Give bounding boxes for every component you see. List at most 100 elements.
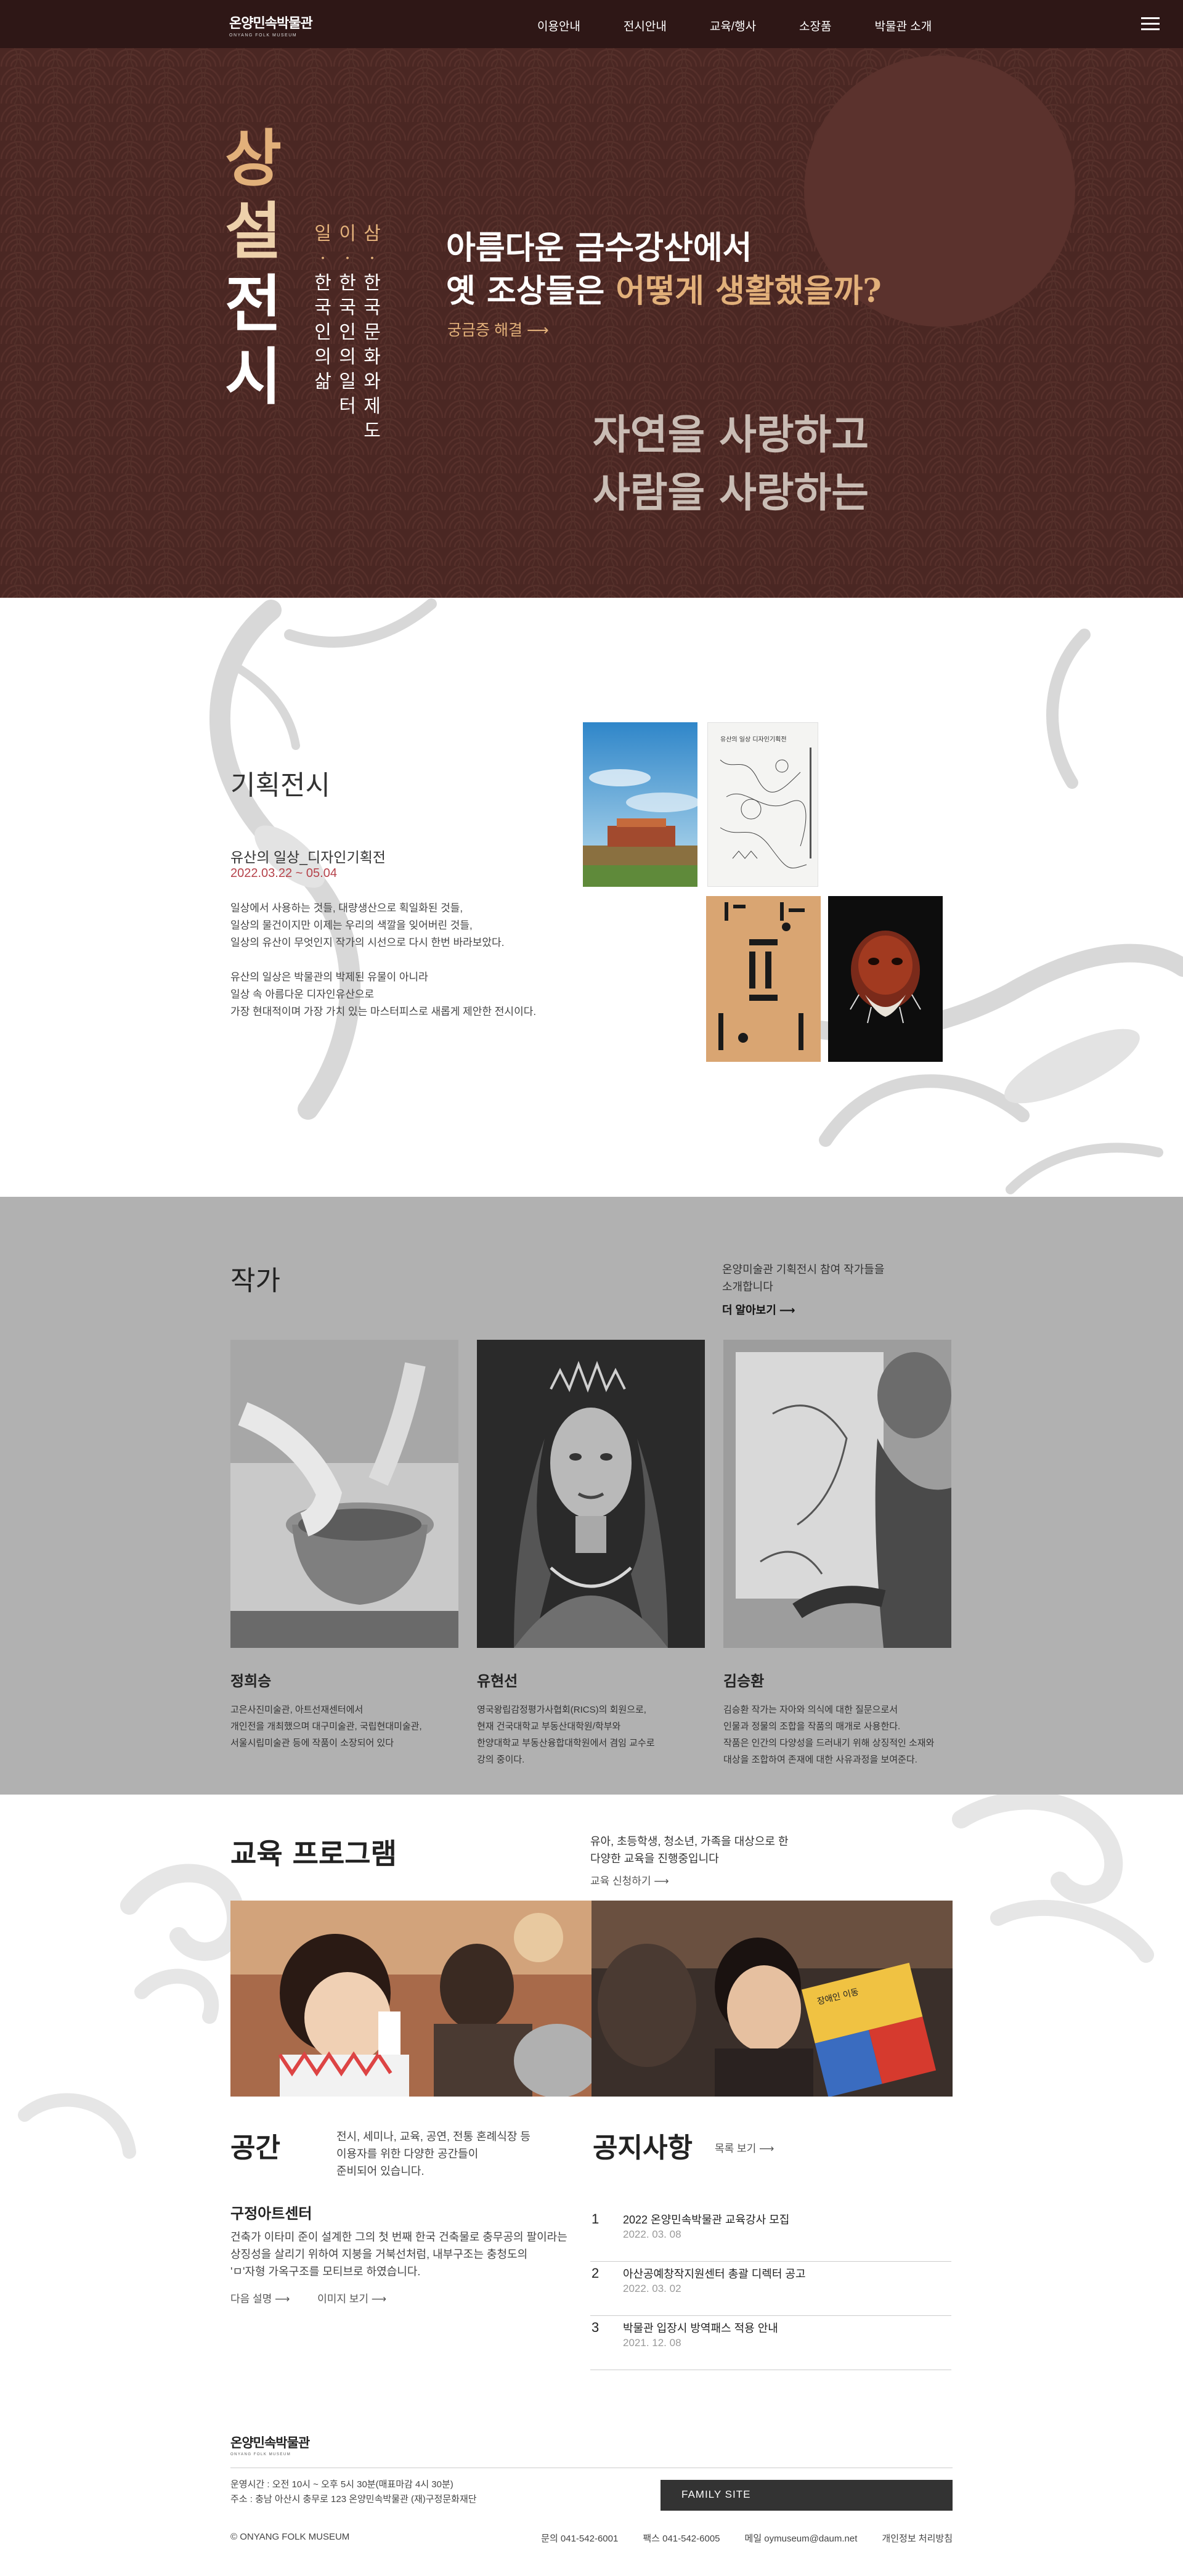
space-description: 건축가 이타미 준이 설계한 그의 첫 번째 한국 건축물로 충무공의 팔이라는… [230, 2228, 582, 2280]
bio-line: 대상을 조합하여 존재에 대한 사유과정을 보여준다. [723, 1755, 917, 1765]
koi-fish-decoration [209, 598, 1183, 1194]
hero-question-prefix: 옛 조상들은 [446, 272, 616, 310]
intro-line: 소개합니다 [722, 1281, 773, 1293]
column-char: 의 [314, 346, 331, 368]
hero-question-highlight: 어떻게 생활했을까? [616, 272, 882, 310]
bio-line: 강의 중이다. [477, 1755, 525, 1765]
hero-slogan: 자연을 사랑하고 사람을 사랑하는 [593, 406, 869, 521]
column-char: 삼 [364, 223, 381, 245]
footer-info: 운영시간 : 오전 10시 ~ 오후 5시 30분(매표마감 4시 30분) 주… [230, 2477, 477, 2507]
artists-heading: 작가 [230, 1265, 280, 1297]
artist-card[interactable]: 정희승 고은사진미술관, 아트선재센터에서 개인전을 개최했으며 대구미술관, … [230, 1340, 458, 1751]
hero-question-line1: 아름다운 금수강산에서 [446, 229, 752, 267]
exhibition-poster-mask[interactable] [828, 896, 943, 1062]
exhibition-date: 2022.03.22 ~ 05.04 [230, 866, 337, 880]
notice-title: 아산공예창작지원센터 총괄 디렉터 공고 [623, 2268, 806, 2280]
notice-number: 3 [592, 2320, 600, 2335]
exhibition-poster-typography[interactable] [706, 896, 821, 1062]
desc-line: 'ㅁ'자형 가옥구조를 모티브로 하였습니다. [230, 2265, 421, 2278]
nav-item-education[interactable]: 교육/행사 [710, 17, 756, 34]
family-site-select[interactable]: FAMILY SITE [661, 2480, 953, 2511]
desc-line: 일상의 유산이 무엇인지 작가의 시선으로 다시 한번 바라보았다. [230, 937, 505, 948]
column-char: 이 [339, 223, 356, 245]
nav-item-collection[interactable]: 소장품 [799, 17, 831, 34]
site-footer: 온양민속박물관 ONYANG FOLK MUSEUM 운영시간 : 오전 10시… [0, 2411, 1183, 2576]
privacy-policy-link[interactable]: 개인정보 처리방침 [882, 2532, 953, 2545]
column-char: 한 [364, 272, 381, 294]
education-apply-link[interactable]: 교육 신청하기 ⟶ [590, 1872, 669, 1888]
artist-photo-pottery [230, 1340, 458, 1648]
desc-line: 일상의 물건이지만 이제는 우리의 색깔을 잊어버린 것들, [230, 919, 473, 931]
nav-item-usage-info[interactable]: 이용안내 [537, 17, 580, 34]
permanent-exhibition-title: 상 설 전 시 [225, 122, 282, 413]
space-next-link[interactable]: 다음 설명 ⟶ [230, 2293, 290, 2305]
space-links: 다음 설명 ⟶ 이미지 보기 ⟶ [230, 2290, 411, 2305]
hamburger-menu-icon[interactable] [1141, 17, 1160, 31]
education-photo-child-drinking[interactable] [230, 1901, 592, 2097]
artists-section: 작가 온양미술관 기획전시 참여 작가들을 소개합니다 더 알아보기 ⟶ 정희승… [0, 1197, 1183, 1795]
footer-logo-korean: 온양민속박물관 [230, 2436, 310, 2450]
nav-item-about[interactable]: 박물관 소개 [875, 17, 932, 34]
hero-column-life[interactable]: 일 · 한 국 인 의 삶 [312, 222, 333, 394]
bio-line: 영국왕립감정평가사협회(RICS)의 회원으로, [477, 1705, 646, 1715]
footer-hours: 운영시간 : 오전 10시 ~ 오후 5시 30분(매표마감 4시 30분) [230, 2479, 453, 2490]
footer-phone: 문의 041-542-6001 [541, 2533, 619, 2544]
notice-number: 2 [592, 2265, 600, 2281]
column-char: · [320, 248, 326, 269]
notice-list-link[interactable]: 목록 보기 ⟶ [715, 2140, 774, 2155]
bio-line: 김승환 작가는 자아와 의식에 대한 질문으로서 [723, 1705, 898, 1715]
poster-drawing-image: 유산의 일상 디자인기획전 [720, 736, 811, 868]
notice-date: 2021. 12. 08 [623, 2337, 681, 2349]
artist-photo-painter [723, 1340, 951, 1648]
notice-item[interactable]: 1 2022 온양민속박물관 교육강사 모집 2022. 03. 08 [590, 2207, 951, 2262]
logo-english: ONYANG FOLK MUSEUM [229, 33, 298, 38]
desc-line: 유산의 일상은 박물관의 박제된 유물이 아니라 [230, 971, 428, 983]
footer-copyright: © ONYANG FOLK MUSEUM [230, 2532, 350, 2542]
hero-column-workplace[interactable]: 이 · 한 국 인 의 일 터 [337, 222, 358, 419]
intro-line: 이용자를 위한 다양한 공간들이 [336, 2148, 479, 2160]
desc-line: 상징성을 살리기 위하여 지붕을 거북선처럼, 내부구조는 충청도의 [230, 2248, 528, 2260]
artist-card[interactable]: 유현선 영국왕립감정평가사협회(RICS)의 회원으로, 현재 건국대학교 부동… [477, 1340, 705, 1768]
footer-contacts: 문의 041-542-6001 팩스 041-542-6005 메일 oymus… [516, 2532, 953, 2545]
artists-more-link[interactable]: 더 알아보기 ⟶ [722, 1302, 795, 1318]
solve-curiosity-link[interactable]: 궁금증 해결 ⟶ [447, 318, 549, 340]
education-photo-child-flag[interactable]: 장애인 이동 [592, 1901, 953, 2097]
artist-card[interactable]: 김승환 김승환 작가는 자아와 의식에 대한 질문으로서 인물과 정물의 조합을… [723, 1340, 951, 1768]
desc-line: 건축가 이타미 준이 설계한 그의 첫 번째 한국 건축물로 충무공의 팔이라는 [230, 2231, 567, 2243]
notice-item[interactable]: 2 아산공예창작지원센터 총괄 디렉터 공고 2022. 03. 02 [590, 2262, 951, 2316]
hero-slogan-line2: 사람을 사랑하는 [593, 468, 869, 516]
notice-number: 1 [592, 2211, 600, 2227]
footer-logo-english: ONYANG FOLK MUSEUM [230, 2453, 291, 2456]
notice-title: 박물관 입장시 방역패스 적용 안내 [623, 2322, 778, 2334]
title-char: 상 [225, 122, 282, 195]
exhibition-poster-building[interactable] [583, 722, 697, 887]
education-intro: 유아, 초등학생, 청소년, 가족을 대상으로 한 다양한 교육을 진행중입니다 [590, 1833, 806, 1867]
column-char: 국 [364, 297, 381, 319]
exhibition-title[interactable]: 유산의 일상_디자인기획전 [230, 846, 386, 866]
footer-email[interactable]: 메일 oymuseum@daum.net [745, 2532, 858, 2545]
footer-logo[interactable]: 온양민속박물관 ONYANG FOLK MUSEUM [230, 2433, 310, 2456]
main-nav: 이용안내 전시안내 교육/행사 소장품 박물관 소개 [537, 17, 975, 34]
space-image-link[interactable]: 이미지 보기 ⟶ [317, 2293, 386, 2305]
notice-item[interactable]: 3 박물관 입장시 방역패스 적용 안내 2021. 12. 08 [590, 2316, 951, 2370]
notice-date: 2022. 03. 02 [623, 2283, 681, 2294]
column-char: 한 [314, 272, 331, 294]
column-char: · [369, 248, 375, 269]
column-char: 도 [364, 420, 381, 442]
footer-fax: 팩스 041-542-6005 [643, 2533, 720, 2544]
space-subheading: 구정아트센터 [230, 2206, 312, 2222]
site-logo[interactable]: 온양민속박물관 ONYANG FOLK MUSEUM [229, 12, 313, 38]
bio-line: 고은사진미술관, 아트선재센터에서 [230, 1705, 364, 1715]
exhibition-poster-drawing[interactable]: 유산의 일상 디자인기획전 [707, 722, 818, 887]
poster-typography-image [718, 902, 805, 1050]
column-char: 제 [364, 396, 381, 417]
title-char: 시 [225, 340, 282, 413]
poster-building-image [583, 722, 697, 887]
bio-line: 인물과 정물의 조합을 작품의 매개로 사용한다. [723, 1721, 901, 1732]
bio-line: 개인전을 개최했으며 대구미술관, 국립현대미술관, [230, 1721, 422, 1732]
special-exhibition-heading: 기획전시 [230, 770, 330, 801]
education-section: 교육 프로그램 유아, 초등학생, 청소년, 가족을 대상으로 한 다양한 교육… [0, 1795, 1183, 2411]
artist-photo-portrait [477, 1340, 705, 1648]
nav-item-exhibitions[interactable]: 전시안내 [624, 17, 667, 34]
hero-column-culture[interactable]: 삼 · 한 국 문 화 와 제 도 [362, 222, 383, 444]
